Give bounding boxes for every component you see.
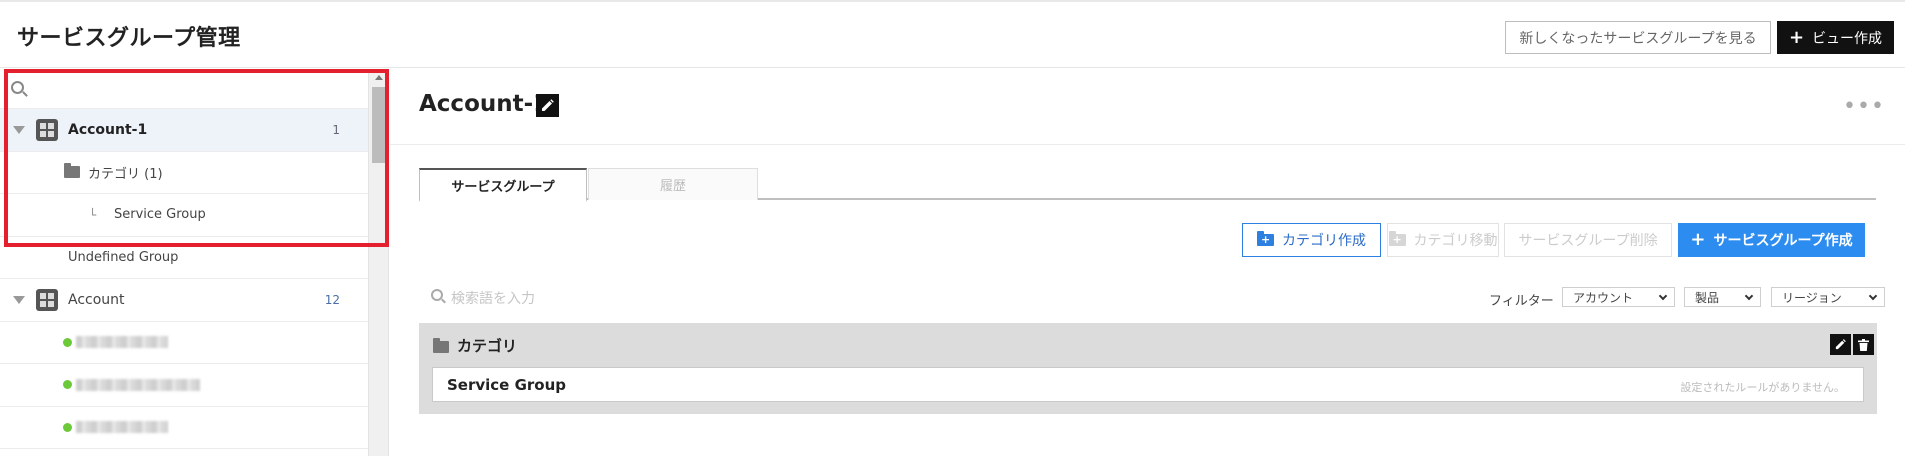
region-filter-value: リージョン: [1782, 290, 1842, 305]
group-search-input[interactable]: [451, 287, 851, 309]
divider: [390, 144, 1905, 145]
edit-account-button[interactable]: [536, 94, 559, 117]
search-icon: [431, 289, 443, 301]
product-filter-select[interactable]: 製品: [1684, 287, 1761, 307]
tree-search-input[interactable]: [30, 77, 350, 101]
account-filter-value: アカウント: [1573, 290, 1634, 305]
account-title: Account-1: [419, 91, 550, 117]
item-count: 1: [332, 122, 340, 137]
scroll-up-arrow-icon[interactable]: [375, 75, 383, 80]
filter-label: フィルター: [1489, 294, 1554, 309]
account-tree-sidebar: Account-1 1 カテゴリ (1) └ Service Group Und…: [0, 69, 389, 456]
account-tree: Account-1 1 カテゴリ (1) └ Service Group Und…: [0, 69, 368, 449]
tree-item-label: Account: [68, 291, 125, 308]
view-new-service-groups-button[interactable]: 新しくなったサービスグループを見る: [1505, 21, 1771, 54]
pencil-icon: [1835, 339, 1846, 350]
status-dot: [63, 337, 72, 347]
category-name: カテゴリ: [457, 337, 518, 355]
delete-category-button[interactable]: [1853, 334, 1874, 355]
group-search: [431, 287, 931, 311]
folder-icon: [433, 338, 449, 353]
account-grid-icon: [36, 118, 58, 141]
account-grid-icon: [36, 288, 58, 311]
plus-icon: +: [1690, 229, 1706, 250]
top-bar: サービスグループ管理 新しくなったサービスグループを見る + ビュー作成: [0, 0, 1905, 68]
folder-move-icon: +: [1388, 231, 1406, 246]
tree-branch-icon: └: [89, 207, 97, 222]
category-panel: カテゴリ Service Group 設定されたルールがありません。: [419, 323, 1877, 414]
tree-item-account-1[interactable]: Account-1 1: [0, 109, 368, 152]
move-category-label: カテゴリ移動: [1413, 233, 1498, 249]
pencil-icon: [542, 99, 554, 111]
create-service-group-label: サービスグループ作成: [1713, 233, 1853, 249]
service-group-name: Service Group: [447, 376, 567, 394]
search-icon: [11, 81, 24, 94]
region-filter-select[interactable]: リージョン: [1771, 287, 1885, 307]
page-title: サービスグループ管理: [17, 26, 241, 51]
empty-rules-note: 設定されたルールがありません。: [1680, 381, 1845, 394]
create-category-label: カテゴリ作成: [1282, 233, 1366, 249]
tree-item-category[interactable]: カテゴリ (1): [0, 152, 368, 194]
scroll-thumb[interactable]: [372, 87, 387, 163]
blurred-label: [76, 378, 200, 391]
tree-item-undefined-group[interactable]: Undefined Group: [0, 237, 368, 279]
status-dot: [63, 422, 72, 432]
caret-down-icon[interactable]: [13, 125, 25, 134]
status-dot: [63, 380, 72, 390]
tree-item-account[interactable]: Account 12: [0, 279, 368, 322]
tree-item-label: カテゴリ (1): [88, 166, 163, 182]
create-service-group-button[interactable]: + サービスグループ作成: [1678, 223, 1865, 257]
create-view-button[interactable]: + ビュー作成: [1777, 21, 1894, 54]
account-filter-select[interactable]: アカウント: [1562, 287, 1675, 307]
tree-item-service-group[interactable]: └ Service Group: [0, 194, 368, 237]
edit-category-button[interactable]: [1830, 334, 1851, 355]
tree-item-blurred[interactable]: [0, 322, 368, 364]
move-category-button[interactable]: + カテゴリ移動: [1387, 223, 1499, 257]
folder-icon: [64, 163, 80, 179]
tree-item-blurred[interactable]: [0, 364, 368, 407]
tab-history[interactable]: 履歴: [588, 168, 758, 200]
trash-icon: [1858, 338, 1869, 351]
tab-service-group[interactable]: サービスグループ: [419, 168, 587, 202]
chevron-down-icon: [1744, 291, 1754, 301]
create-view-label: ビュー作成: [1812, 30, 1883, 47]
folder-plus-icon: +: [1257, 231, 1274, 246]
tab-bar: サービスグループ 履歴: [419, 168, 1876, 202]
product-filter-value: 製品: [1695, 290, 1720, 305]
tree-item-label: Account-1: [68, 121, 148, 138]
more-options-icon[interactable]: •••: [1843, 94, 1885, 119]
tree-item-blurred[interactable]: [0, 407, 368, 449]
service-group-row[interactable]: Service Group 設定されたルールがありません。: [432, 367, 1864, 402]
blurred-label: [76, 336, 168, 349]
create-category-button[interactable]: + カテゴリ作成: [1242, 223, 1381, 257]
tree-search: [0, 69, 368, 109]
chevron-down-icon: [1868, 291, 1878, 301]
chevron-down-icon: [1658, 291, 1668, 301]
blurred-label: [76, 421, 168, 434]
main-panel: Account-1 ••• サービスグループ 履歴 + カテゴリ作成 + カテゴ…: [390, 69, 1905, 456]
caret-down-icon[interactable]: [13, 295, 25, 304]
tree-item-label: Service Group: [114, 207, 206, 223]
plus-icon: +: [1788, 26, 1805, 48]
tree-scrollbar[interactable]: [368, 69, 388, 456]
item-count: 12: [324, 292, 340, 307]
delete-service-group-button[interactable]: サービスグループ削除: [1504, 223, 1672, 257]
tree-item-label: Undefined Group: [68, 249, 179, 265]
